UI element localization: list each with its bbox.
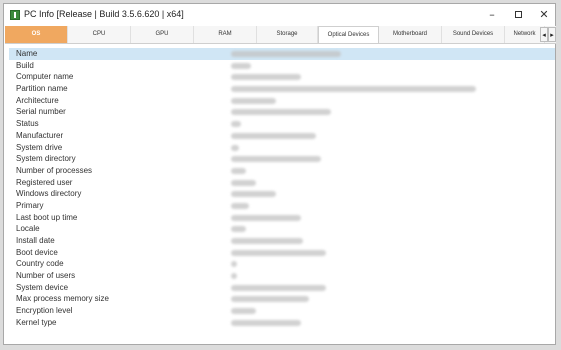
property-label: Boot device <box>16 247 58 257</box>
tab-network[interactable]: Network <box>505 26 545 43</box>
maximize-icon <box>514 10 522 18</box>
property-label: System device <box>16 282 69 292</box>
property-row[interactable]: Kernel type <box>9 317 555 329</box>
property-label: Partition name <box>16 84 68 94</box>
blurred-value <box>231 167 246 174</box>
property-row[interactable]: System drive <box>9 142 555 154</box>
property-row[interactable]: Build <box>9 60 555 72</box>
blurred-value <box>231 156 321 163</box>
property-row[interactable]: Serial number <box>9 106 555 118</box>
property-label: Encryption level <box>16 306 73 316</box>
blurred-value <box>231 97 276 104</box>
property-label: Manufacturer <box>16 130 64 140</box>
blurred-value <box>231 238 303 244</box>
property-label: Windows directory <box>16 189 82 199</box>
app-window: PC Info [Release | Build 3.5.6.620 | x64… <box>3 3 556 345</box>
blurred-value <box>231 121 241 128</box>
blurred-value <box>231 144 239 151</box>
property-row[interactable]: Locale <box>9 223 555 235</box>
tab-motherboard[interactable]: Motherboard <box>379 26 442 43</box>
title-bar[interactable]: PC Info [Release | Build 3.5.6.620 | x64… <box>4 4 555 26</box>
property-label: Number of users <box>16 271 76 281</box>
property-label: Number of processes <box>16 165 93 175</box>
blurred-value <box>231 109 331 116</box>
property-label: Kernel type <box>16 317 57 327</box>
blurred-value <box>231 296 309 303</box>
property-row[interactable]: System device <box>9 282 555 294</box>
blurred-value <box>231 308 256 315</box>
blurred-value <box>231 284 326 291</box>
property-label: Last boot up time <box>16 212 78 222</box>
property-list: Name Build Computer name Partition name … <box>9 48 555 329</box>
tab-storage[interactable]: Storage <box>257 26 318 43</box>
tab-sound-devices[interactable]: Sound Devices <box>442 26 505 43</box>
property-label: Serial number <box>16 107 66 117</box>
close-button[interactable]: ✕ <box>531 6 557 24</box>
property-row[interactable]: Country code <box>9 258 555 270</box>
property-label: System directory <box>16 154 76 164</box>
blurred-value <box>231 249 326 256</box>
property-label: Build <box>16 60 34 70</box>
property-row[interactable]: Encryption level <box>9 305 555 317</box>
property-label: Architecture <box>16 95 59 105</box>
property-label: Name <box>16 49 38 58</box>
tab-scroll-right-button[interactable]: ▸ <box>548 27 556 42</box>
property-row[interactable]: Computer name <box>9 71 555 83</box>
property-label: Status <box>16 119 39 129</box>
app-icon <box>10 10 20 20</box>
tab-os[interactable]: OS <box>5 26 68 43</box>
property-label: Install date <box>16 236 55 245</box>
property-label: Primary <box>16 200 44 210</box>
property-label: Computer name <box>16 72 74 82</box>
property-row[interactable]: Number of processes <box>9 165 555 177</box>
blurred-value <box>231 202 249 209</box>
property-row[interactable]: Status <box>9 118 555 130</box>
blurred-value <box>231 226 246 233</box>
tab-cpu[interactable]: CPU <box>68 26 131 43</box>
property-row[interactable]: Number of users <box>9 270 555 282</box>
property-row[interactable]: Last boot up time <box>9 212 555 224</box>
tab-ram[interactable]: RAM <box>194 26 257 43</box>
property-row[interactable]: Architecture <box>9 95 555 107</box>
property-row[interactable]: System directory <box>9 153 555 165</box>
property-row[interactable]: Name <box>9 48 555 60</box>
tab-scroll-left-button[interactable]: ◂ <box>540 27 548 42</box>
blurred-value <box>231 319 301 326</box>
property-label: System drive <box>16 142 63 152</box>
property-row[interactable]: Max process memory size <box>9 293 555 305</box>
blurred-value <box>231 179 256 186</box>
blurred-value <box>231 62 251 69</box>
blurred-value <box>231 261 237 268</box>
blurred-value <box>231 191 276 198</box>
property-label: Locale <box>16 224 40 234</box>
property-row[interactable]: Boot device <box>9 247 555 259</box>
tab-optical-devices[interactable]: Optical Devices <box>318 26 379 43</box>
maximize-button[interactable] <box>505 6 531 24</box>
property-row[interactable]: Registered user <box>9 177 555 189</box>
property-row[interactable]: Partition name <box>9 83 555 95</box>
property-row[interactable]: Install date <box>9 235 555 247</box>
property-row[interactable]: Primary <box>9 200 555 212</box>
property-label: Country code <box>16 259 64 269</box>
blurred-value <box>231 86 476 93</box>
tab-gpu[interactable]: GPU <box>131 26 194 43</box>
property-row[interactable]: Manufacturer <box>9 130 555 142</box>
blurred-value <box>231 132 316 139</box>
minimize-button[interactable]: – <box>479 6 505 24</box>
blurred-value <box>231 273 237 280</box>
window-title: PC Info [Release | Build 3.5.6.620 | x64… <box>24 9 184 19</box>
property-label: Registered user <box>16 177 73 187</box>
tab-bar: OS CPU GPU RAM Storage Optical Devices M… <box>5 26 556 44</box>
blurred-value <box>231 51 341 57</box>
blurred-value <box>231 74 301 81</box>
property-label: Max process memory size <box>16 294 109 304</box>
blurred-value <box>231 214 301 221</box>
property-row[interactable]: Windows directory <box>9 188 555 200</box>
